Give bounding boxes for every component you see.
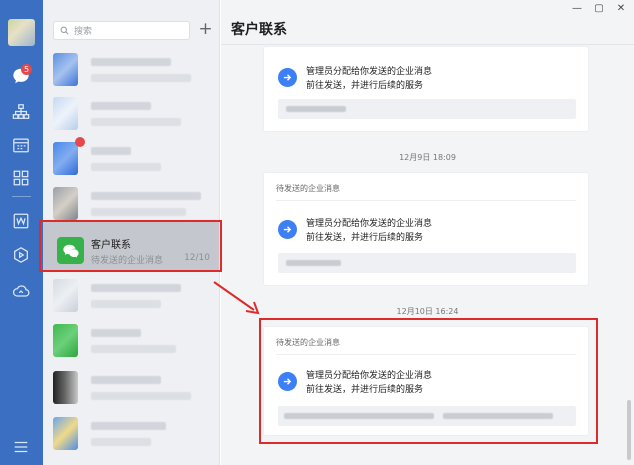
message-card[interactable]: 管理员分配给你发送的企业消息 前往发送，并进行后续的服务 — [263, 46, 589, 132]
minimize-button[interactable]: — — [570, 3, 584, 15]
contact-avatar — [53, 97, 78, 130]
user-avatar[interactable] — [8, 19, 35, 46]
timestamp: 12月9日 18:09 — [399, 153, 456, 162]
list-item[interactable] — [43, 362, 219, 414]
unread-badge: 5 — [21, 64, 32, 75]
contact-avatar — [53, 279, 78, 312]
scrollbar[interactable] — [627, 400, 631, 460]
highlight-box — [259, 318, 598, 444]
apps-icon[interactable] — [11, 168, 31, 188]
org-icon[interactable] — [11, 102, 31, 122]
chat-header: 客户联系 — ▢ ✕ — [221, 0, 634, 45]
message-footer — [278, 99, 576, 119]
nav-rail: 5 — [0, 0, 43, 465]
message-footer — [278, 253, 576, 273]
list-item[interactable] — [43, 408, 219, 460]
unread-dot — [75, 137, 85, 147]
doc-icon[interactable] — [11, 211, 31, 231]
message-subtitle: 前往发送，并进行后续的服务 — [306, 233, 424, 243]
annotation-arrow-icon — [213, 281, 260, 315]
contact-avatar — [53, 142, 78, 175]
contact-avatar — [53, 371, 78, 404]
contact-avatar — [53, 324, 78, 357]
highlight-box — [39, 220, 222, 272]
cloud-icon[interactable] — [11, 281, 31, 301]
contact-avatar — [53, 187, 78, 220]
message-title: 管理员分配给你发送的企业消息 — [306, 219, 433, 229]
contact-avatar — [53, 417, 78, 450]
close-button[interactable]: ✕ — [614, 3, 628, 15]
message-subtitle: 前往发送，并进行后续的服务 — [306, 81, 424, 91]
menu-icon[interactable] — [11, 437, 31, 457]
page-title: 客户联系 — [231, 22, 287, 38]
nav-divider — [12, 196, 31, 197]
maximize-button[interactable]: ▢ — [592, 3, 606, 15]
calendar-icon[interactable] — [11, 135, 31, 155]
play-icon[interactable] — [11, 245, 31, 265]
list-item[interactable] — [43, 315, 219, 367]
arrow-right-icon[interactable] — [278, 220, 297, 239]
search-icon — [60, 26, 69, 35]
message-header: 待发送的企业消息 — [276, 184, 340, 193]
timestamp: 12月10日 16:24 — [396, 307, 459, 316]
divider — [276, 200, 576, 201]
message-card[interactable]: 待发送的企业消息 管理员分配给你发送的企业消息 前往发送，并进行后续的服务 — [263, 172, 589, 286]
add-button[interactable]: + — [197, 20, 214, 40]
search-placeholder: 搜索 — [74, 27, 93, 37]
arrow-right-icon[interactable] — [278, 68, 297, 87]
contact-avatar — [53, 53, 78, 86]
search-input[interactable]: 搜索 — [53, 21, 190, 40]
message-title: 管理员分配给你发送的企业消息 — [306, 67, 433, 77]
